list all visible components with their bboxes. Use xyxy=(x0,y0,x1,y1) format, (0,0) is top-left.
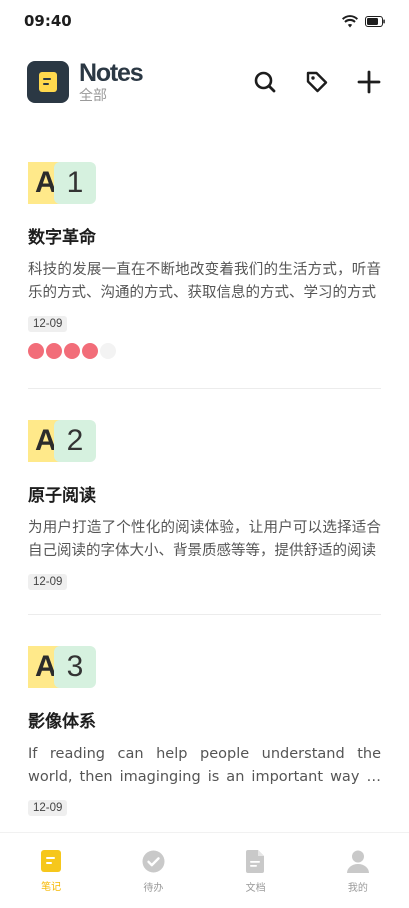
tab-todo[interactable]: 待办 xyxy=(123,850,183,908)
badge-number: 3 xyxy=(54,646,96,688)
status-bar: 09:40 xyxy=(0,0,409,42)
note-icon xyxy=(41,850,62,872)
filter-label[interactable]: 全部 xyxy=(79,89,142,103)
note-card[interactable]: A 3 影像体系 If reading can help people unde… xyxy=(28,614,381,840)
tab-docs[interactable]: 文档 xyxy=(226,850,286,908)
tab-label: 待办 xyxy=(143,883,164,894)
note-rating xyxy=(28,343,381,359)
tab-label: 我的 xyxy=(347,883,368,894)
rating-dot-filled xyxy=(82,343,98,359)
app-header: Notes 全部 xyxy=(27,60,382,104)
note-title: 数字革命 xyxy=(28,228,96,248)
note-title: 影像体系 xyxy=(28,712,96,732)
note-badge: A 2 xyxy=(28,420,98,462)
notes-list: A 1 数字革命 科技的发展一直在不断地改变着我们的生活方式，听音乐的方式、沟通… xyxy=(28,162,381,840)
note-badge: A 3 xyxy=(28,646,98,688)
document-icon xyxy=(245,850,264,873)
rating-dot-filled xyxy=(46,343,62,359)
status-time: 09:40 xyxy=(24,12,72,30)
brand: Notes 全部 xyxy=(27,59,144,103)
rating-dot-filled xyxy=(28,343,44,359)
note-card[interactable]: A 1 数字革命 科技的发展一直在不断地改变着我们的生活方式，听音乐的方式、沟通… xyxy=(28,162,381,388)
header-actions xyxy=(252,69,382,95)
battery-icon xyxy=(365,15,385,27)
note-date: 12-09 xyxy=(28,800,68,816)
tag-button[interactable] xyxy=(304,69,330,95)
add-note-button[interactable] xyxy=(356,69,382,95)
tab-profile[interactable]: 我的 xyxy=(328,850,388,908)
note-title: 原子阅读 xyxy=(28,486,96,506)
badge-number: 2 xyxy=(54,420,96,462)
wifi-icon xyxy=(342,14,358,27)
check-circle-icon xyxy=(142,850,165,873)
tab-label: 笔记 xyxy=(41,882,62,893)
rating-dot-filled xyxy=(64,343,80,359)
tag-icon xyxy=(306,71,328,93)
note-date: 12-09 xyxy=(28,574,68,590)
user-icon xyxy=(346,850,369,873)
bottom-tab-bar: 笔记 待办 文档 我的 xyxy=(0,832,409,908)
note-card[interactable]: A 2 原子阅读 为用户打造了个性化的阅读体验，让用户可以选择适合自己阅读的字体… xyxy=(28,388,381,614)
app-logo xyxy=(27,61,69,103)
note-preview: 科技的发展一直在不断地改变着我们的生活方式，听音乐的方式、沟通的方式、获取信息的… xyxy=(28,262,381,301)
rating-dot-empty xyxy=(100,343,116,359)
search-icon xyxy=(254,71,276,93)
note-badge: A 1 xyxy=(28,162,98,204)
note-preview: If reading can help people understand th… xyxy=(28,746,381,785)
note-date: 12-09 xyxy=(28,316,68,332)
tab-label: 文档 xyxy=(245,883,266,894)
note-icon xyxy=(39,72,57,92)
note-preview: 为用户打造了个性化的阅读体验，让用户可以选择适合自己阅读的字体大小、背景质感等等… xyxy=(28,520,381,559)
search-button[interactable] xyxy=(252,69,278,95)
badge-number: 1 xyxy=(54,162,96,204)
tab-notes[interactable]: 笔记 xyxy=(21,850,81,908)
app-title: Notes xyxy=(79,59,144,87)
plus-icon xyxy=(357,70,381,94)
